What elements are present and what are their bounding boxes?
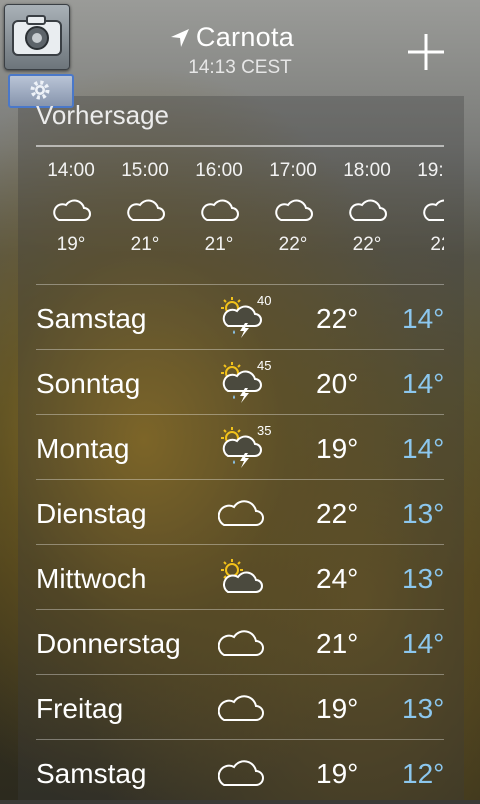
hourly-item: 14:00 19° — [34, 160, 108, 256]
forecast-title: Vorhersage — [36, 100, 169, 130]
sun-thunderstorm-icon — [221, 362, 262, 403]
cloud-icon — [53, 199, 91, 221]
low-temp: 13° — [402, 498, 445, 529]
cloud-icon — [218, 500, 264, 526]
daily-row[interactable]: Sonntag 45 20° 14° — [36, 350, 444, 414]
cloud-icon — [275, 199, 313, 221]
hour-temp: 21° — [130, 234, 160, 255]
daily-row[interactable]: Dienstag 22° 13° — [36, 480, 444, 544]
hour-time: 19:00 — [417, 160, 444, 181]
day-name: Samstag — [36, 758, 147, 789]
low-temp: 14° — [402, 628, 445, 659]
low-temp: 14° — [402, 368, 445, 399]
high-temp: 22° — [316, 498, 359, 529]
daily-row[interactable]: Mittwoch 24° 13° — [36, 545, 444, 609]
hourly-item: 16:00 21° — [182, 160, 256, 256]
add-location-button[interactable] — [408, 34, 444, 70]
precip-chance: 45 — [257, 358, 272, 373]
low-temp: 13° — [402, 693, 445, 724]
low-temp: 13° — [402, 563, 445, 594]
cloud-icon — [349, 199, 387, 221]
cloud-icon — [218, 760, 264, 786]
high-temp: 24° — [316, 563, 359, 594]
hour-temp: 22° — [352, 234, 382, 255]
high-temp: 21° — [316, 628, 359, 659]
sun-thunderstorm-icon — [221, 297, 262, 338]
precip-chance: 40 — [257, 293, 272, 308]
hourly-forecast-strip[interactable]: 14:00 19° 15:00 21° 16:00 21° 17:00 22° … — [34, 160, 444, 270]
high-temp: 19° — [316, 693, 359, 724]
low-temp: 14° — [402, 433, 445, 464]
cloud-icon — [218, 695, 264, 721]
hourly-item: 19:00 22 — [404, 160, 444, 256]
location-name[interactable]: Carnota — [196, 22, 294, 53]
high-temp: 22° — [316, 303, 359, 334]
hour-time: 15:00 — [121, 160, 169, 181]
location-arrow-icon — [170, 28, 189, 47]
day-name: Samstag — [36, 303, 147, 334]
precip-chance: 35 — [257, 423, 272, 438]
day-name: Sonntag — [36, 368, 141, 399]
day-name: Dienstag — [36, 498, 147, 529]
day-name: Freitag — [36, 693, 124, 724]
daily-row[interactable]: Samstag 40 22° 14° — [36, 285, 444, 349]
daily-row[interactable]: Freitag 19° 13° — [36, 675, 444, 739]
high-temp: 19° — [316, 758, 359, 789]
day-name: Montag — [36, 433, 130, 464]
title-divider — [36, 145, 444, 147]
hour-time: 16:00 — [195, 160, 243, 181]
hour-temp: 21° — [204, 234, 234, 255]
low-temp: 14° — [402, 303, 445, 334]
day-name: Mittwoch — [36, 563, 147, 594]
hour-time: 18:00 — [343, 160, 391, 181]
hour-time: 17:00 — [269, 160, 317, 181]
daily-row[interactable]: Donnerstag 21° 14° — [36, 610, 444, 674]
daily-row[interactable]: Montag 35 19° 14° — [36, 415, 444, 479]
day-name: Donnerstag — [36, 628, 181, 659]
high-temp: 19° — [316, 433, 359, 464]
cloud-icon — [127, 199, 165, 221]
cloud-icon — [423, 199, 444, 221]
sun-thunderstorm-icon — [221, 427, 262, 468]
cloud-icon — [218, 630, 264, 656]
cloud-icon — [201, 199, 239, 221]
hourly-item: 15:00 21° — [108, 160, 182, 256]
low-temp: 12° — [402, 758, 445, 789]
hourly-item: 17:00 22° — [256, 160, 330, 256]
hourly-item: 18:00 22° — [330, 160, 404, 256]
hour-temp: 22° — [278, 234, 308, 255]
hour-temp: 19° — [56, 234, 86, 255]
hour-temp: 22 — [430, 234, 444, 255]
hour-time: 14:00 — [47, 160, 95, 181]
daily-row[interactable]: Samstag 19° 12° — [36, 740, 444, 804]
partly-cloudy-icon — [221, 559, 263, 593]
gear-icon — [30, 80, 50, 100]
high-temp: 20° — [316, 368, 359, 399]
